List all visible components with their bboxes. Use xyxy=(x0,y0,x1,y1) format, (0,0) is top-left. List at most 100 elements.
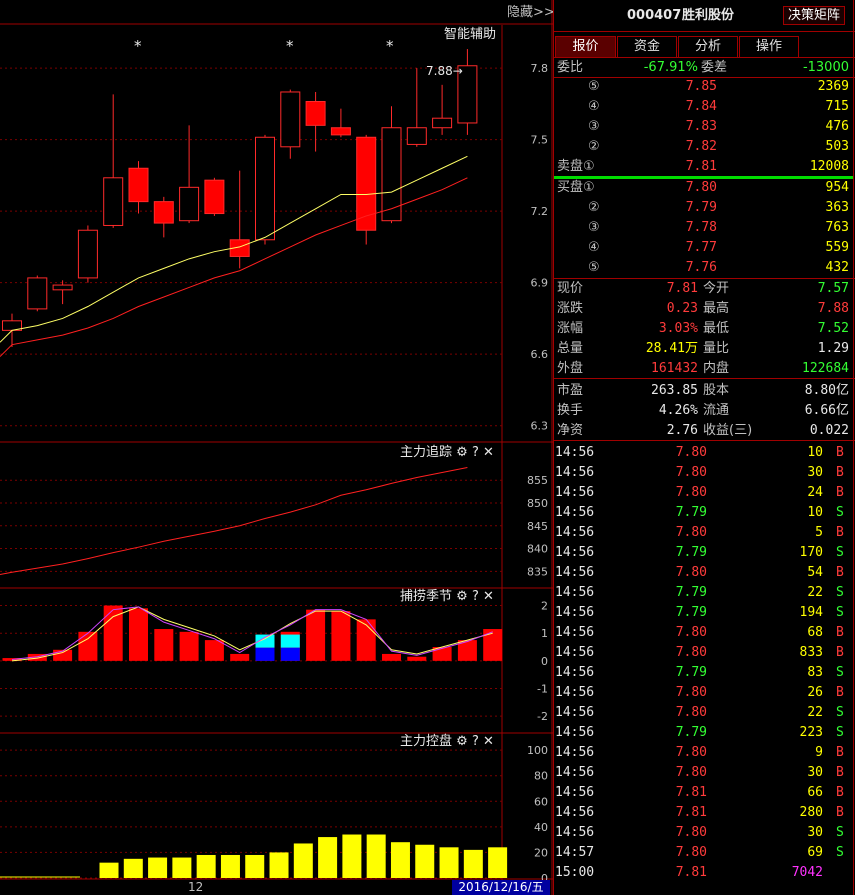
trade-price: 7.80 xyxy=(675,685,707,700)
help-icon[interactable]: ? xyxy=(472,445,479,460)
trade-time: 15:00 xyxy=(555,865,595,880)
control-bar xyxy=(220,854,240,878)
trade-time: 14:56 xyxy=(555,665,595,680)
trade-price: 7.79 xyxy=(675,545,707,560)
stat-label: 总量 xyxy=(557,341,584,356)
trade-time: 14:57 xyxy=(555,845,595,860)
tab-funds[interactable]: 资金 xyxy=(617,36,677,58)
hide-panel-button[interactable]: 隐藏>> xyxy=(507,5,555,20)
gear-icon[interactable]: ⚙ xyxy=(456,734,468,749)
stat-value: 122684 xyxy=(802,361,849,376)
trade-price: 7.81 xyxy=(675,785,707,800)
stat-value: 4.26% xyxy=(658,403,698,418)
trade-side: B xyxy=(836,485,844,500)
gear-icon[interactable]: ⚙ xyxy=(456,445,468,460)
trade-price: 7.81 xyxy=(675,865,707,880)
trade-price: 7.80 xyxy=(675,445,707,460)
trade-time: 14:56 xyxy=(555,545,595,560)
x-axis-label: 12 xyxy=(188,880,204,894)
candle-down[interactable] xyxy=(153,201,174,224)
candle-up[interactable] xyxy=(27,277,48,310)
trade-time: 14:56 xyxy=(555,445,595,460)
control-bar xyxy=(99,862,119,878)
trade-price: 7.79 xyxy=(675,665,707,680)
trace-axis-tick: 850 xyxy=(527,497,548,510)
stat-value: 28.41万 xyxy=(645,341,698,356)
trade-volume: 30 xyxy=(807,765,823,780)
buy-volume: 363 xyxy=(825,200,849,215)
stat-label: 市盈 xyxy=(557,383,584,398)
gear-icon[interactable]: ⚙ xyxy=(456,589,468,604)
trade-side: B xyxy=(836,445,844,460)
trade-price: 7.79 xyxy=(675,505,707,520)
stat-label: 量比 xyxy=(703,341,730,356)
season-bar xyxy=(306,609,326,661)
stat-label: 换手 xyxy=(557,403,584,418)
control-bar xyxy=(196,854,216,878)
trade-side: B xyxy=(836,805,844,820)
smart-assist-label[interactable]: 智能辅助 xyxy=(444,27,496,42)
candle-up[interactable] xyxy=(103,177,124,226)
stat-value: 7.52 xyxy=(817,321,849,336)
help-icon[interactable]: ? xyxy=(472,589,479,604)
stat-label: 现价 xyxy=(557,281,584,296)
zhuli-trace-chart xyxy=(0,466,468,576)
candle-up[interactable] xyxy=(280,91,301,148)
stock-name: 胜利股份 xyxy=(682,8,735,23)
trade-volume: 24 xyxy=(807,485,823,500)
candle-up[interactable] xyxy=(255,136,275,241)
candle-up[interactable] xyxy=(179,186,200,222)
trace-axis-tick: 845 xyxy=(527,520,548,533)
tab-quote[interactable]: 报价 xyxy=(555,36,616,58)
stat-value: 6.66亿 xyxy=(804,403,849,418)
price-axis-tick: 6.9 xyxy=(531,277,549,290)
candle-down[interactable] xyxy=(204,179,225,215)
trade-volume: 83 xyxy=(807,665,823,680)
trade-price: 7.79 xyxy=(675,585,707,600)
weicha-label: 委差 xyxy=(701,60,728,75)
stat-value: 263.85 xyxy=(651,383,698,398)
trace-chart-title: 主力追踪 ⚙ ? ✕ xyxy=(400,445,494,460)
trade-side: S xyxy=(836,705,844,720)
trade-time: 14:56 xyxy=(555,605,595,620)
sell-volume: 12008 xyxy=(809,159,849,174)
season-axis-tick: 1 xyxy=(541,627,548,640)
candle-up[interactable] xyxy=(52,284,73,291)
close-icon[interactable]: ✕ xyxy=(483,734,494,749)
trade-price: 7.80 xyxy=(675,705,707,720)
candle-up[interactable] xyxy=(77,229,98,279)
decision-matrix-button[interactable]: 决策矩阵 xyxy=(783,6,846,25)
stat-value: 3.03% xyxy=(658,321,698,336)
help-icon[interactable]: ? xyxy=(472,734,479,749)
season-axis-tick: -1 xyxy=(537,683,548,696)
close-icon[interactable]: ✕ xyxy=(483,445,494,460)
trade-volume: 9 xyxy=(815,745,823,760)
candle-down[interactable] xyxy=(128,167,149,203)
trade-side: S xyxy=(836,585,844,600)
candle-up[interactable] xyxy=(406,127,427,145)
trade-side: S xyxy=(836,845,844,860)
trade-volume: 10 xyxy=(807,445,823,460)
trade-price: 7.80 xyxy=(675,645,707,660)
trade-volume: 10 xyxy=(807,505,823,520)
trade-volume: 26 xyxy=(807,685,823,700)
bid-ask-divider xyxy=(554,176,853,179)
tab-analysis[interactable]: 分析 xyxy=(678,36,738,58)
buy-level-label: 买盘① xyxy=(557,180,595,195)
candle-up[interactable] xyxy=(432,117,453,129)
control-bar xyxy=(269,852,289,878)
trade-side: B xyxy=(836,625,844,640)
tab-operate[interactable]: 操作 xyxy=(739,36,799,58)
candle-down[interactable] xyxy=(330,127,351,136)
control-bar xyxy=(463,849,483,878)
trade-price: 7.80 xyxy=(675,765,707,780)
trade-price: 7.79 xyxy=(675,725,707,740)
sell-level-label: 卖盘① xyxy=(557,159,595,174)
trade-price: 7.80 xyxy=(675,485,707,500)
stat-label: 外盘 xyxy=(557,361,584,376)
stat-label: 流通 xyxy=(703,403,730,418)
close-icon[interactable]: ✕ xyxy=(483,589,494,604)
trade-time: 14:56 xyxy=(555,705,595,720)
stat-value: 7.81 xyxy=(666,281,698,296)
candle-down[interactable] xyxy=(305,101,326,126)
